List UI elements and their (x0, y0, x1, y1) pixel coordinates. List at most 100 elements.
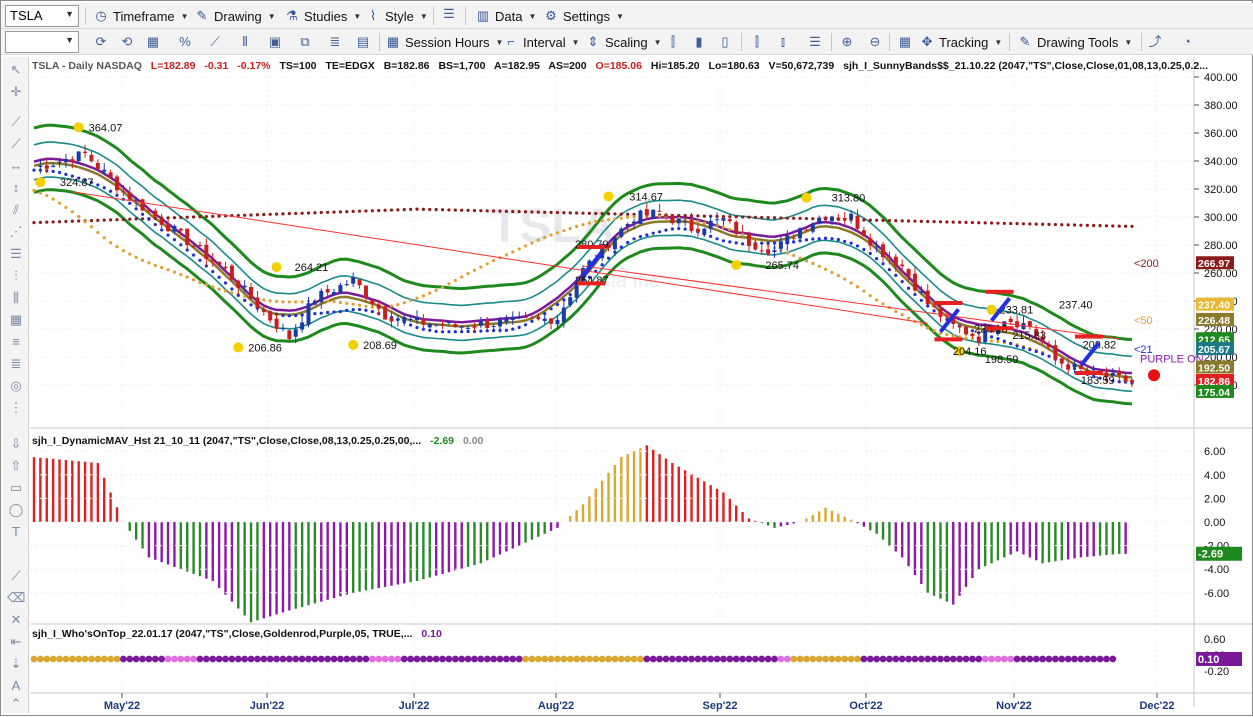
interval-menu[interactable]: ⌐ Interval ▼ (503, 32, 579, 52)
collapse-icon[interactable]: ⌃ (7, 695, 25, 713)
whos-on-top-dot (930, 655, 938, 663)
chart-line-icon[interactable]: ⟋ (207, 34, 223, 50)
scroll-icon[interactable]: ⇣ (7, 655, 25, 673)
speedometer-icon[interactable]: ◔ (1179, 34, 1195, 50)
spiral-icon[interactable]: ◎ (7, 377, 25, 395)
arrow-down-icon[interactable]: ⇩ (7, 435, 25, 453)
ma21-dot (32, 168, 36, 172)
grid-toggle-icon[interactable]: ▦ (897, 34, 913, 50)
whos-on-top-dot (1020, 655, 1027, 663)
candlestick-hollow-icon[interactable]: ▯ (717, 34, 733, 50)
ruler-icon[interactable]: ⟋ (7, 567, 25, 585)
drawing-menu[interactable]: ✎ Drawing ▼ (194, 6, 276, 26)
refresh-icon[interactable]: ⟳ (93, 34, 109, 50)
ellipse-icon[interactable]: ◯ (7, 501, 25, 519)
eraser-icon[interactable]: ⌫ (7, 589, 25, 607)
zoom-out-icon[interactable]: ⊖ (867, 34, 883, 50)
pointer-icon[interactable]: ↖ (7, 61, 25, 79)
percent-icon[interactable]: % (177, 34, 193, 50)
data-menu[interactable]: ▥ Data ▼ (475, 6, 537, 26)
pitchfork-icon[interactable]: ≣ (7, 355, 25, 373)
ma200-dot (881, 218, 885, 223)
bar-chart-icon[interactable]: ⫿ (749, 34, 765, 50)
fib-fan-icon[interactable]: ⫶ (7, 267, 25, 285)
ma50-dot (721, 225, 726, 229)
snap-left-icon[interactable]: ⇤ (7, 633, 25, 651)
crosshair-icon[interactable]: ✛ (7, 83, 25, 101)
ma50-dot (817, 264, 821, 268)
candlestick-icon[interactable]: ▮ (691, 34, 707, 50)
speed-lines-icon[interactable]: ⋮ (7, 399, 25, 417)
arrow-up-icon[interactable]: ⇧ (7, 457, 25, 475)
ma200-dot (951, 220, 955, 224)
ma200-dot (460, 208, 464, 212)
whos-on-top-dot (1064, 655, 1072, 663)
whos-on-top-dot (477, 655, 485, 663)
whos-on-top-dot (471, 655, 478, 663)
candle-body (293, 329, 298, 337)
rectangle-icon[interactable]: ▭ (7, 479, 25, 497)
ma50-dot (600, 219, 604, 223)
histogram-bar (51, 458, 55, 522)
bar-chart-2-icon[interactable]: ⫾ (775, 34, 791, 50)
text-lines-icon[interactable]: ≡ (7, 333, 25, 351)
histogram-bar (224, 522, 227, 595)
grid-icon[interactable]: ▦ (145, 34, 161, 50)
histogram-bar (358, 522, 361, 592)
ma21-dot (626, 240, 630, 245)
ma50-dot (843, 277, 847, 281)
time-tick-label: Sep'22 (702, 700, 737, 712)
ohlc-bar-icon[interactable]: ⫿ (665, 34, 681, 50)
layout-icon[interactable]: ☰ (441, 6, 457, 22)
whos-on-top-dot (260, 655, 268, 663)
chevron-down-icon[interactable]: ▼ (65, 9, 74, 19)
layout-icon[interactable]: ☰ (807, 34, 823, 50)
vertical-line-icon[interactable]: ↕ (7, 179, 25, 197)
style-menu[interactable]: ⌇ Style ▼ (365, 6, 428, 26)
whos-on-top-dot (343, 655, 351, 663)
symbol-input[interactable]: TSLA ▼ (5, 4, 79, 27)
remove-icon[interactable]: ✕ (7, 611, 25, 629)
horizontal-line-icon[interactable]: ↔ (7, 157, 25, 175)
fib-time-icon[interactable]: ⫼ (7, 289, 25, 307)
font-icon[interactable]: A (7, 677, 25, 695)
fibonacci-icon[interactable]: ☰ (7, 245, 25, 263)
window-icon[interactable]: ▤ (355, 34, 371, 50)
whos-on-top-dot (215, 655, 223, 663)
grid-icon[interactable]: ▦ (7, 311, 25, 329)
bars-icon[interactable]: ⫴ (237, 34, 253, 50)
interval-select[interactable]: ▼ (5, 31, 79, 53)
list-icon[interactable]: ≣ (327, 34, 343, 50)
ma21-dot (504, 328, 508, 332)
ma200-dot (153, 216, 157, 220)
chart-canvas[interactable]: TSLA Tesla Inc TSLA - Daily NASDAQ L=182… (30, 57, 1252, 715)
studies-menu[interactable]: ⚗ Studies ▼ (284, 6, 361, 26)
session-hours-menu[interactable]: ▦ Session Hours ▼ (385, 32, 504, 52)
candle-body (268, 311, 273, 321)
timeframe-menu[interactable]: ◷ Timeframe ▼ (93, 6, 188, 26)
ma21-dot (658, 230, 662, 234)
ma21-dot (728, 240, 732, 244)
histogram-bar (307, 522, 310, 606)
chart-area[interactable]: TSLA Tesla Inc TSLA - Daily NASDAQ L=182… (30, 57, 1253, 717)
image-icon[interactable]: ▣ (267, 34, 283, 50)
trendline-icon[interactable]: ⟋ (7, 113, 25, 131)
reload-icon[interactable]: ⟲ (119, 34, 135, 50)
tracking-menu[interactable]: ✥ Tracking ▼ (919, 32, 1003, 52)
zoom-in-icon[interactable]: ⊕ (839, 34, 855, 50)
chart-add-icon[interactable]: ⤴ (1147, 34, 1163, 50)
chevron-down-icon[interactable]: ▼ (65, 35, 74, 45)
drawing-tools-menu[interactable]: ✎ Drawing Tools ▼ (1017, 32, 1133, 52)
text-tool-icon[interactable]: T (7, 523, 25, 541)
settings-menu[interactable]: ⚙ Settings ▼ (543, 6, 624, 26)
channel-icon[interactable]: ⫽ (7, 201, 25, 219)
price-label: 205.67 (1198, 344, 1230, 356)
ray-icon[interactable]: ⟋ (7, 135, 25, 153)
histogram-tick-label: 0.00 (1204, 517, 1225, 529)
ma200-dot (1117, 224, 1121, 228)
gann-icon[interactable]: ⋰ (7, 223, 25, 241)
candle-body (702, 228, 707, 235)
ma21-dot (836, 238, 840, 242)
copy-icon[interactable]: ⧉ (297, 34, 313, 50)
scaling-menu[interactable]: ⇕ Scaling ▼ (585, 32, 662, 52)
